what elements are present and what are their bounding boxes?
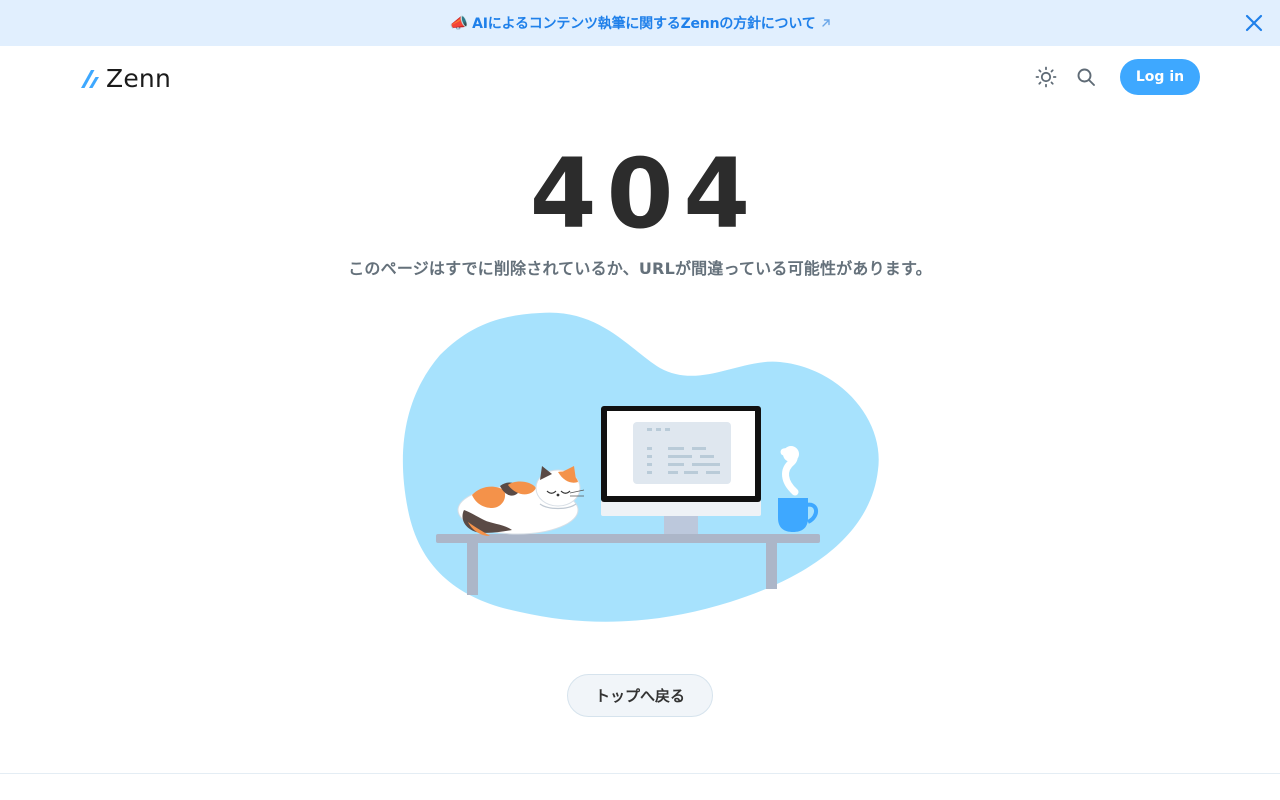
monitor-window — [633, 422, 731, 484]
announcement-text: AIによるコンテンツ執筆に関するZennの方針について — [472, 16, 816, 32]
announcement-link[interactable]: 📣 AIによるコンテンツ執筆に関するZennの方針について — [0, 0, 1280, 46]
mug — [778, 498, 808, 532]
megaphone-icon: 📣 — [449, 13, 469, 32]
cat-desk-illustration — [400, 310, 880, 625]
zenn-logo-mark-icon — [81, 69, 99, 88]
footer-divider — [0, 773, 1280, 774]
monitor-base — [601, 500, 761, 516]
error-message: このページはすでに削除されているか、URLが間違っている可能性があります。 — [348, 259, 932, 278]
desk-leg-right — [766, 543, 777, 589]
site-header: Zenn Log in — [0, 46, 1280, 108]
desk-leg-left — [467, 543, 478, 595]
back-to-top-button[interactable]: トップへ戻る — [567, 674, 713, 717]
announcement-banner: 📣 AIによるコンテンツ執筆に関するZennの方針について — [0, 0, 1280, 46]
zenn-logo[interactable]: Zenn — [80, 66, 171, 91]
close-icon[interactable] — [1244, 13, 1264, 33]
monitor-stand — [664, 514, 698, 534]
sun-icon[interactable] — [1034, 65, 1058, 89]
search-icon[interactable] — [1074, 65, 1098, 89]
login-button[interactable]: Log in — [1120, 59, 1200, 95]
desk-top — [436, 534, 820, 543]
external-link-icon — [821, 18, 831, 28]
error-code: 404 — [529, 138, 761, 250]
logo-text: Zenn — [106, 64, 171, 93]
